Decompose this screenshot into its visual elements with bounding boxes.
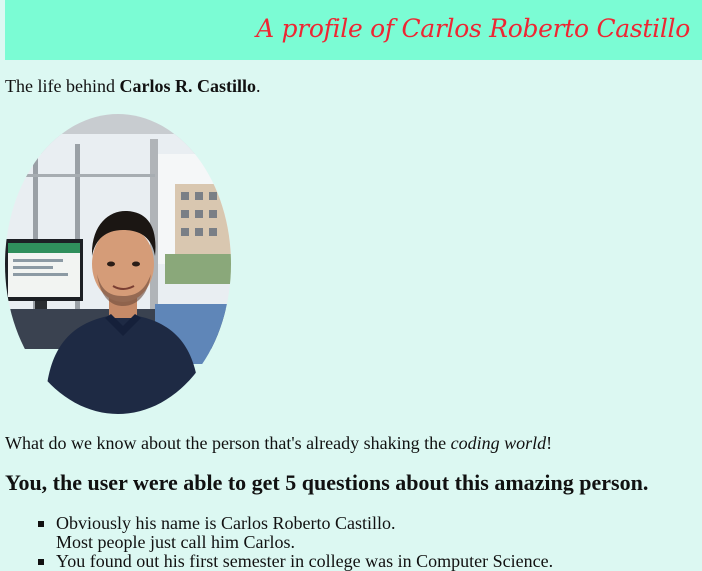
- profile-photo: [5, 114, 231, 414]
- intro-prefix: The life behind: [5, 76, 120, 96]
- intro-text: The life behind Carlos R. Castillo.: [5, 76, 260, 97]
- list-item: Obviously his name is Carlos Roberto Cas…: [38, 513, 553, 552]
- page-title: A profile of Carlos Roberto Castillo: [256, 14, 690, 43]
- header-banner: A profile of Carlos Roberto Castillo: [5, 0, 702, 60]
- intro-suffix: .: [255, 76, 261, 96]
- question-prefix: What do we know about the person that's …: [5, 433, 451, 453]
- question-emphasis: coding world: [450, 433, 547, 453]
- questions-heading: You, the user were able to get 5 questio…: [5, 470, 649, 495]
- profile-photo-illustration: [5, 114, 231, 414]
- intro-name: Carlos R. Castillo: [119, 76, 256, 96]
- question-suffix: !: [546, 433, 553, 453]
- fact-line: Obviously his name is Carlos Roberto Cas…: [56, 513, 396, 533]
- facts-list: Obviously his name is Carlos Roberto Cas…: [38, 513, 553, 571]
- square-bullet-icon: [38, 521, 44, 527]
- fact-line: Most people just call him Carlos.: [56, 532, 295, 552]
- square-bullet-icon: [38, 559, 44, 565]
- question-text: What do we know about the person that's …: [5, 433, 552, 454]
